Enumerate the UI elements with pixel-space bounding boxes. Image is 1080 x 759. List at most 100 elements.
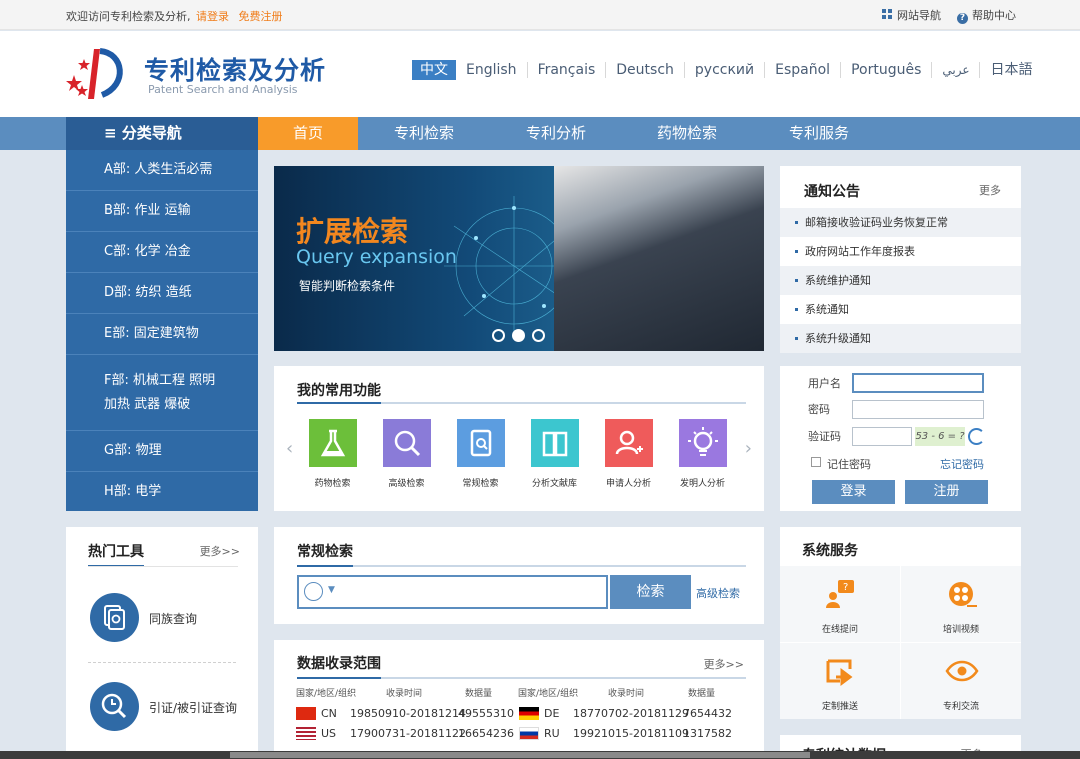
help-icon: ? [957,13,968,24]
chevron-right-icon[interactable]: › [745,438,752,459]
horizontal-scrollbar[interactable] [0,751,1080,759]
lang-fr[interactable]: Français [526,62,606,78]
sidebar-item-e[interactable]: E部: 固定建筑物 [66,314,258,355]
carousel-dot-3[interactable] [532,329,545,342]
tool-family-search[interactable]: 同族查询 [149,610,197,627]
services-title: 系统服务 [802,543,858,559]
sidebar-item-h[interactable]: H部: 电学 [66,472,258,511]
site-nav-link[interactable]: 网站导航 [882,7,941,24]
category-sidebar: A部: 人类生活必需 B部: 作业 运输 C部: 化学 冶金 D部: 纺织 造纸… [66,150,258,511]
lang-ar[interactable]: عربي [931,62,979,78]
citation-search-icon[interactable] [90,682,139,731]
refresh-icon[interactable] [968,428,985,445]
lang-ru[interactable]: русский [683,62,764,78]
question-chat-icon: ? [826,580,854,608]
captcha-input[interactable] [852,427,912,446]
lang-es[interactable]: Español [764,62,840,78]
notice-item[interactable]: 政府网站工作年度报表 [780,237,1021,266]
func-label: 常规检索 [462,479,499,489]
password-input[interactable] [852,400,984,419]
notice-item-text: 政府网站工作年度报表 [805,245,915,258]
notice-item-text: 邮箱接收验证码业务恢复正常 [805,216,948,229]
nav-home[interactable]: 首页 [258,117,358,150]
data-range-more-link[interactable]: 更多>> [704,656,744,672]
search-button[interactable]: 检索 [610,575,691,609]
remember-checkbox[interactable] [811,457,821,467]
globe-icon[interactable] [304,582,323,601]
notice-panel: 通知公告 更多 邮箱接收验证码业务恢复正常 政府网站工作年度报表 系统维护通知 … [780,166,1021,353]
data-range-panel: 数据收录范围 更多>> 国家/地区/组织 收录时间 数据量 国家/地区/组织 收… [274,640,764,759]
sidebar-item-g[interactable]: G部: 物理 [66,431,258,472]
notice-item[interactable]: 系统升级通知 [780,324,1021,353]
lang-pt[interactable]: Português [840,62,931,78]
cell-time: 19850910-20181214 [350,707,466,720]
category-nav-button[interactable]: ≡ 分类导航 [66,117,258,150]
search-input[interactable]: ▼ [297,575,608,609]
svc-patent-exchange[interactable]: 专利交流 [901,643,1021,719]
func-inventor-analysis[interactable]: 发明人分析 [678,419,727,489]
sidebar-item-d[interactable]: D部: 纺织 造纸 [66,273,258,314]
login-link[interactable]: 请登录 [196,10,229,23]
sidebar-item-c[interactable]: C部: 化学 冶金 [66,232,258,273]
forgot-password-link[interactable]: 忘记密码 [940,456,984,472]
tool-citation-search[interactable]: 引证/被引证查询 [149,699,237,716]
func-label: 药物检索 [314,479,351,489]
nav-patent-service[interactable]: 专利服务 [769,117,869,150]
family-search-icon[interactable] [90,593,139,642]
banner-carousel[interactable]: 扩展检索 Query expansion 智能判断检索条件 [274,166,764,351]
notice-more-link[interactable]: 更多 [979,182,1001,198]
carousel-dot-1[interactable] [492,329,505,342]
welcome-text: 欢迎访问专利检索及分析, 请登录 免费注册 [66,8,283,24]
eye-icon [945,660,979,682]
username-input[interactable] [852,373,984,393]
func-drug-search[interactable]: 药物检索 [308,419,357,489]
register-link[interactable]: 免费注册 [239,10,283,23]
chevron-left-icon[interactable]: ‹ [286,438,293,459]
sidebar-item-a[interactable]: A部: 人类生活必需 [66,150,258,191]
svc-label: 培训视频 [942,625,979,635]
push-arrow-icon [826,659,853,686]
notice-item[interactable]: 邮箱接收验证码业务恢复正常 [780,208,1021,237]
captcha-image: 53 - 6 = ? [915,427,965,446]
help-center-link[interactable]: ? 帮助中心 [957,7,1016,24]
func-advanced-search[interactable]: 高级检索 [382,419,431,489]
sidebar-item-b[interactable]: B部: 作业 运输 [66,191,258,232]
svc-online-question[interactable]: ? 在线提问 [780,566,900,642]
header-time: 收录时间 [608,689,645,699]
carousel-dot-2[interactable] [512,329,525,342]
cell-time: 17900731-20181122 [350,727,466,740]
func-applicant-analysis[interactable]: 申请人分析 [604,419,653,489]
chevron-down-icon[interactable]: ▼ [328,585,335,595]
nav-patent-analysis[interactable]: 专利分析 [506,117,606,150]
lang-en[interactable]: English [456,62,527,78]
banner-subtitle: Query expansion [296,246,457,268]
hot-tools-more-link[interactable]: 更多>> [200,543,240,559]
table-row: US 17900731-20181122 16654236 RU 1992101… [296,727,746,745]
func-analysis-library[interactable]: 分析文献库 [530,419,579,489]
functions-title: 我的常用功能 [297,380,381,404]
cell-country: DE [544,707,560,720]
svc-training-video[interactable]: 培训视频 [901,566,1021,642]
data-range-title: 数据收录范围 [297,653,381,679]
scrollbar-thumb[interactable] [230,752,810,758]
cell-count: 7654432 [683,707,732,720]
func-regular-search[interactable]: 常规检索 [456,419,505,489]
notice-item[interactable]: 系统通知 [780,295,1021,324]
nav-patent-search[interactable]: 专利检索 [374,117,474,150]
svc-custom-push[interactable]: 定制推送 [780,643,900,719]
cn-flag-icon [296,707,316,720]
cell-country: RU [544,727,560,740]
lang-ja[interactable]: 日本語 [979,62,1042,78]
nav-drug-search[interactable]: 药物检索 [637,117,737,150]
notice-item[interactable]: 系统维护通知 [780,266,1021,295]
sidebar-item-f[interactable]: F部: 机械工程 照明 加热 武器 爆破 [66,355,258,431]
lang-de[interactable]: Deutsch [605,62,684,78]
login-button[interactable]: 登录 [812,480,895,504]
lang-zh[interactable]: 中文 [412,60,456,80]
hot-tools-title: 热门工具 [88,544,144,560]
doc-search-icon [456,419,505,467]
register-button[interactable]: 注册 [905,480,988,504]
help-label: 帮助中心 [972,9,1016,22]
cell-time: 18770702-20181129 [573,707,689,720]
advanced-search-link[interactable]: 高级检索 [696,585,740,601]
